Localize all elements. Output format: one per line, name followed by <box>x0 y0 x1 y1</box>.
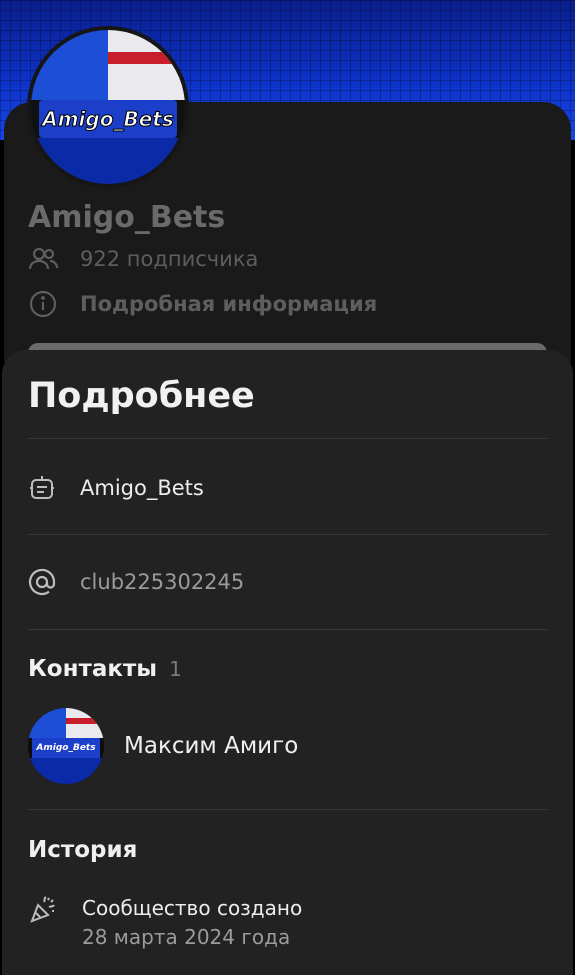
contacts-heading: Контакты 1 <box>28 656 182 682</box>
name-row: Amigo_Bets <box>28 474 204 502</box>
people-icon <box>28 246 58 272</box>
subscribers-count: 922 подписчика <box>80 247 259 271</box>
avatar-logo-text: Amigo_Bets <box>36 743 96 753</box>
short-address: club225302245 <box>80 570 245 594</box>
community-avatar[interactable]: Amigo_Bets <box>27 26 189 188</box>
divider <box>28 809 547 810</box>
party-popper-icon <box>28 894 58 924</box>
avatar: Amigo_Bets <box>28 708 104 784</box>
divider <box>28 629 547 630</box>
history-heading: История <box>28 837 137 863</box>
avatar-logo-text: Amigo_Bets <box>42 107 175 132</box>
history-item: Сообщество создано 28 марта 2024 года <box>28 894 302 952</box>
contacts-count: 1 <box>169 657 182 681</box>
sheet-title: Подробнее <box>28 376 255 416</box>
community-name-value: Amigo_Bets <box>80 476 204 500</box>
divider <box>28 438 547 439</box>
history-heading-label: История <box>28 837 138 863</box>
at-sign-icon <box>28 568 56 596</box>
history-event-date: 28 марта 2024 года <box>82 925 291 949</box>
contact-name: Максим Амиго <box>124 733 299 759</box>
details-row[interactable]: Подробная информация <box>28 289 377 319</box>
contacts-heading-label: Контакты <box>28 656 158 682</box>
contact-item[interactable]: Amigo_Bets Максим Амиго <box>28 708 298 784</box>
subscribers-row[interactable]: 922 подписчика <box>28 246 258 272</box>
bot-icon <box>28 474 56 502</box>
address-row[interactable]: club225302245 <box>28 568 244 596</box>
community-name: Amigo_Bets <box>28 200 226 235</box>
details-sheet: Подробнее Amigo_Bets club225302245 Конта… <box>2 350 573 975</box>
avatar-logo: Amigo_Bets <box>32 738 100 758</box>
info-icon <box>28 289 58 319</box>
avatar-logo: Amigo_Bets <box>39 100 177 138</box>
details-link: Подробная информация <box>80 292 378 316</box>
divider <box>28 534 547 535</box>
history-event-title: Сообщество создано <box>82 896 303 920</box>
